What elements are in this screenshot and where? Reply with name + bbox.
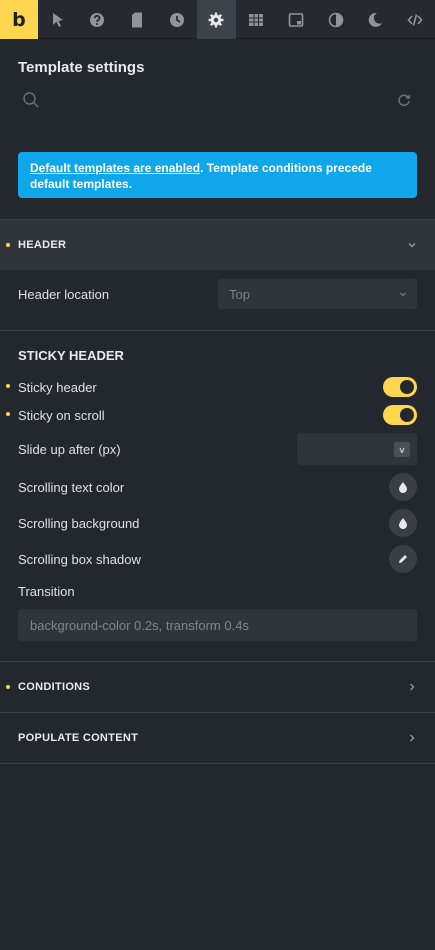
history-icon[interactable] — [157, 0, 197, 39]
panel-title: Template settings — [18, 59, 145, 76]
conditions-section-header[interactable]: CONDITIONS — [0, 662, 435, 712]
sticky-header-label: Sticky header — [18, 380, 97, 395]
logo-letter: b — [12, 8, 26, 31]
section-header-title: HEADER — [18, 239, 67, 251]
conditions-title: CONDITIONS — [18, 681, 91, 693]
populate-content-section-header[interactable]: POPULATE CONTENT — [0, 713, 435, 763]
scrolling-background-label: Scrolling background — [18, 516, 140, 531]
sticky-on-scroll-toggle[interactable] — [383, 405, 417, 425]
droplet-icon — [399, 518, 407, 529]
code-icon[interactable] — [395, 0, 435, 39]
transition-input[interactable]: background-color 0.2s, transform 0.4s — [18, 609, 417, 641]
chevron-right-icon — [410, 683, 415, 691]
divider — [0, 763, 435, 764]
settings-search-input[interactable] — [46, 88, 376, 112]
search-icon — [22, 91, 40, 109]
scrolling-text-color-label: Scrolling text color — [18, 480, 125, 495]
header-location-select[interactable]: Top — [218, 279, 417, 309]
reset-icon[interactable] — [396, 92, 412, 108]
modified-indicator — [6, 384, 10, 388]
color-picker-button[interactable] — [389, 473, 417, 501]
populate-content-title: POPULATE CONTENT — [18, 732, 139, 744]
cursor-icon[interactable] — [38, 0, 78, 39]
page-icon[interactable] — [117, 0, 157, 39]
modified-indicator — [6, 685, 10, 689]
header-location-label: Header location — [18, 287, 110, 302]
box-shadow-edit-button[interactable] — [389, 545, 417, 573]
chevron-down-icon — [400, 292, 406, 297]
toggle-knob — [400, 408, 414, 422]
default-templates-link[interactable]: Default templates are enabled — [30, 161, 200, 175]
scrolling-box-shadow-label: Scrolling box shadow — [18, 552, 141, 567]
section-header[interactable]: HEADER — [0, 220, 435, 270]
default-templates-notice: Default templates are enabled. Template … — [18, 152, 417, 198]
sticky-header-toggle[interactable] — [383, 377, 417, 397]
builder-logo[interactable]: b — [0, 0, 38, 39]
gear-icon[interactable] — [196, 0, 237, 39]
slide-up-input[interactable]: v — [297, 433, 417, 465]
transition-label: Transition — [18, 584, 75, 599]
modified-indicator — [6, 412, 10, 416]
transition-placeholder: background-color 0.2s, transform 0.4s — [30, 617, 249, 633]
template-icon[interactable] — [276, 0, 316, 39]
chevron-down-icon — [408, 243, 416, 248]
pencil-icon — [399, 555, 407, 563]
header-location-value: Top — [229, 286, 250, 302]
droplet-icon — [399, 482, 407, 493]
modified-indicator — [6, 243, 10, 247]
help-icon[interactable] — [77, 0, 117, 39]
unit-dropdown[interactable]: v — [394, 442, 410, 457]
grid-icon[interactable] — [236, 0, 276, 39]
divider — [0, 330, 435, 331]
contrast-icon[interactable] — [316, 0, 356, 39]
moon-icon[interactable] — [355, 0, 395, 39]
background-picker-button[interactable] — [389, 509, 417, 537]
sticky-header-heading: STICKY HEADER — [18, 348, 124, 363]
toggle-knob — [400, 380, 414, 394]
chevron-right-icon — [410, 734, 415, 742]
slide-up-label: Slide up after (px) — [18, 442, 121, 457]
sticky-on-scroll-label: Sticky on scroll — [18, 408, 105, 423]
top-toolbar: b — [0, 0, 435, 39]
